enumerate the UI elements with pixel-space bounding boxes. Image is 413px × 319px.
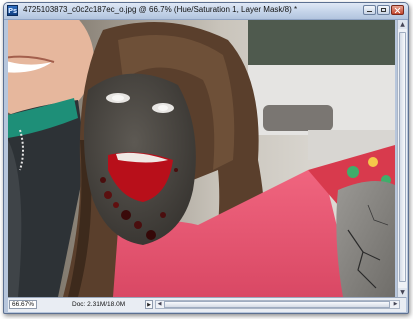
vertical-scrollbar[interactable]: ▲ ▼ xyxy=(397,20,407,297)
status-menu-arrow-icon[interactable]: ▶ xyxy=(145,300,153,309)
horizontal-scrollbar[interactable]: ◀ ▶ xyxy=(155,300,400,309)
scroll-down-arrow-icon[interactable]: ▼ xyxy=(398,288,407,297)
scroll-up-arrow-icon[interactable]: ▲ xyxy=(398,20,407,29)
window-controls xyxy=(363,5,404,15)
zoom-level-field[interactable]: 66.67% xyxy=(9,300,37,309)
document-size-info: Doc: 2.31M/18.0M xyxy=(72,301,126,308)
document-title: 4725103873_c0c2c187ec_o.jpg @ 66.7% (Hue… xyxy=(23,5,298,14)
vertical-scroll-thumb[interactable] xyxy=(399,32,406,282)
minimize-button[interactable] xyxy=(363,5,376,15)
image-canvas[interactable] xyxy=(8,20,395,297)
title-bar[interactable]: Ps 4725103873_c0c2c187ec_o.jpg @ 66.7% (… xyxy=(4,3,408,20)
scroll-right-arrow-icon[interactable]: ▶ xyxy=(392,301,399,308)
photoshop-app-icon: Ps xyxy=(7,5,18,16)
close-button[interactable] xyxy=(391,5,404,15)
photo-zombie-girl xyxy=(8,20,395,297)
scroll-left-arrow-icon[interactable]: ◀ xyxy=(156,301,163,308)
document-window: Ps 4725103873_c0c2c187ec_o.jpg @ 66.7% (… xyxy=(3,2,409,314)
maximize-button[interactable] xyxy=(377,5,390,15)
status-bar: 66.67% Doc: 2.31M/18.0M ▶ ◀ ▶ xyxy=(8,297,406,312)
horizontal-scroll-thumb[interactable] xyxy=(164,301,390,308)
